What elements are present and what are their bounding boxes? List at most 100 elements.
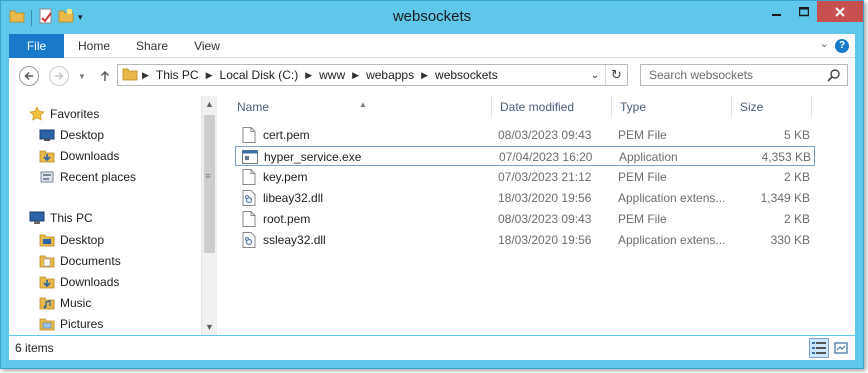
dll-icon bbox=[241, 232, 257, 248]
nav-pc-music[interactable]: Music bbox=[39, 293, 91, 313]
column-label: Size bbox=[740, 100, 764, 114]
file-name-cell: cert.pem bbox=[241, 125, 310, 145]
nav-this-pc[interactable]: This PC bbox=[29, 208, 93, 228]
column-label: Type bbox=[620, 100, 647, 114]
column-label: Date modified bbox=[500, 100, 575, 114]
crumb-webapps[interactable]: webapps bbox=[363, 68, 417, 82]
search-input[interactable] bbox=[641, 65, 821, 85]
chevron-right-icon[interactable]: ▶ bbox=[417, 70, 432, 81]
large-icons-view-icon[interactable] bbox=[831, 338, 851, 358]
tab-file[interactable]: File bbox=[9, 34, 64, 58]
nav-pane-scrollbar[interactable]: ▲ ≡ ▼ bbox=[201, 96, 217, 335]
file-name-cell: ssleay32.dll bbox=[241, 230, 326, 250]
close-button[interactable] bbox=[817, 1, 863, 22]
search-box bbox=[640, 64, 848, 86]
tab-home[interactable]: Home bbox=[69, 34, 119, 58]
window-controls bbox=[763, 1, 863, 22]
column-header-date-modified[interactable]: Date modified bbox=[492, 96, 612, 118]
nav-label: Pictures bbox=[60, 317, 104, 331]
file-row[interactable]: key.pem 07/03/2023 21:12 PEM File 2 KB bbox=[235, 167, 815, 187]
music-folder-icon bbox=[39, 295, 55, 311]
file-name: root.pem bbox=[263, 212, 311, 226]
file-date: 07/03/2023 21:12 bbox=[498, 170, 592, 184]
downloads-folder-icon bbox=[39, 148, 55, 164]
documents-folder-icon bbox=[39, 253, 55, 269]
nav-pc-documents[interactable]: Documents bbox=[39, 251, 121, 271]
nav-favorites-recent-places[interactable]: Recent places bbox=[39, 167, 136, 187]
desktop-icon bbox=[39, 127, 55, 143]
tab-share[interactable]: Share bbox=[127, 34, 177, 58]
address-bar[interactable]: ▶ This PC ▶ Local Disk (C:) ▶ www ▶ weba… bbox=[117, 64, 628, 86]
file-type: PEM File bbox=[618, 170, 667, 184]
crumb-this-pc[interactable]: This PC bbox=[153, 68, 202, 82]
chevron-right-icon[interactable]: ▶ bbox=[301, 70, 316, 81]
help-icon[interactable]: ? bbox=[835, 39, 849, 53]
address-history-dropdown-icon[interactable]: ⌄ bbox=[585, 70, 605, 81]
up-button[interactable] bbox=[95, 66, 115, 86]
scroll-up-arrow-icon[interactable]: ▲ bbox=[202, 96, 217, 112]
file-name: libeay32.dll bbox=[263, 191, 324, 205]
nav-label: Recent places bbox=[60, 170, 137, 184]
file-icon bbox=[241, 211, 257, 227]
nav-label: Downloads bbox=[60, 149, 120, 163]
search-icon[interactable] bbox=[827, 68, 841, 85]
crumb-www[interactable]: www bbox=[316, 68, 348, 82]
file-date: 08/03/2023 09:43 bbox=[498, 128, 592, 142]
chevron-right-icon[interactable]: ▶ bbox=[348, 70, 363, 81]
desktop-folder-icon bbox=[39, 232, 55, 248]
view-switcher bbox=[809, 338, 851, 358]
chevron-right-icon[interactable]: ▶ bbox=[138, 70, 153, 81]
file-size: 4,353 KB bbox=[761, 150, 811, 164]
scrollbar-thumb[interactable] bbox=[204, 115, 215, 253]
dll-icon bbox=[241, 190, 257, 206]
column-header-name[interactable]: ▲ Name bbox=[229, 96, 492, 118]
back-button[interactable] bbox=[19, 66, 39, 86]
file-row-selected[interactable]: hyper_service.exe 07/04/2023 16:20 Appli… bbox=[235, 146, 815, 166]
maximize-button[interactable] bbox=[790, 1, 817, 22]
scroll-down-arrow-icon[interactable]: ▼ bbox=[202, 319, 217, 335]
navigation-pane: Favorites Desktop Downloads Recent place… bbox=[9, 92, 201, 335]
tab-view[interactable]: View bbox=[183, 34, 231, 58]
crumb-local-disk[interactable]: Local Disk (C:) bbox=[217, 68, 302, 82]
nav-pc-pictures[interactable]: Pictures bbox=[39, 314, 103, 334]
minimize-button[interactable] bbox=[763, 1, 790, 22]
nav-pc-desktop[interactable]: Desktop bbox=[39, 230, 104, 250]
file-size: 5 KB bbox=[783, 128, 810, 142]
column-header-size[interactable]: Size bbox=[732, 96, 812, 118]
file-date: 18/03/2020 19:56 bbox=[498, 191, 592, 205]
details-view-icon[interactable] bbox=[809, 338, 829, 358]
file-name: cert.pem bbox=[263, 128, 310, 142]
address-folder-icon bbox=[122, 66, 138, 85]
file-list: ▲ Name Date modified Type Size cert.pem bbox=[227, 92, 855, 335]
file-type: Application bbox=[619, 150, 678, 164]
nav-label: Desktop bbox=[60, 128, 105, 142]
expand-ribbon-icon[interactable]: ⌄ bbox=[820, 37, 829, 50]
title-bar[interactable]: ▾ websockets bbox=[1, 1, 863, 33]
application-icon bbox=[242, 149, 258, 165]
file-name-cell: libeay32.dll bbox=[241, 188, 323, 208]
file-size: 330 KB bbox=[770, 233, 810, 247]
chevron-right-icon[interactable]: ▶ bbox=[202, 70, 217, 81]
nav-favorites[interactable]: Favorites bbox=[29, 104, 99, 124]
address-actions: ⌄ ↻ bbox=[585, 65, 627, 85]
nav-pc-downloads[interactable]: Downloads bbox=[39, 272, 119, 292]
crumb-websockets[interactable]: websockets bbox=[432, 68, 501, 82]
file-name-cell: hyper_service.exe bbox=[242, 147, 361, 167]
sort-ascending-icon: ▲ bbox=[359, 100, 367, 109]
file-row[interactable]: cert.pem 08/03/2023 09:43 PEM File 5 KB bbox=[235, 125, 815, 145]
file-type: PEM File bbox=[618, 128, 667, 142]
file-icon bbox=[241, 127, 257, 143]
file-row[interactable]: root.pem 08/03/2023 09:43 PEM File 2 KB bbox=[235, 209, 815, 229]
file-row[interactable]: libeay32.dll 18/03/2020 19:56 Applicatio… bbox=[235, 188, 815, 208]
refresh-icon[interactable]: ↻ bbox=[605, 65, 627, 85]
forward-button[interactable] bbox=[49, 66, 69, 86]
file-row[interactable]: ssleay32.dll 18/03/2020 19:56 Applicatio… bbox=[235, 230, 815, 250]
file-name: ssleay32.dll bbox=[263, 233, 326, 247]
nav-favorites-desktop[interactable]: Desktop bbox=[39, 125, 104, 145]
window-title: websockets bbox=[392, 8, 472, 25]
nav-favorites-downloads[interactable]: Downloads bbox=[39, 146, 119, 166]
nav-label: Documents bbox=[60, 254, 121, 268]
column-header-type[interactable]: Type bbox=[612, 96, 732, 118]
nav-label: Music bbox=[60, 296, 92, 310]
recent-locations-dropdown-icon[interactable]: ▼ bbox=[72, 66, 92, 86]
